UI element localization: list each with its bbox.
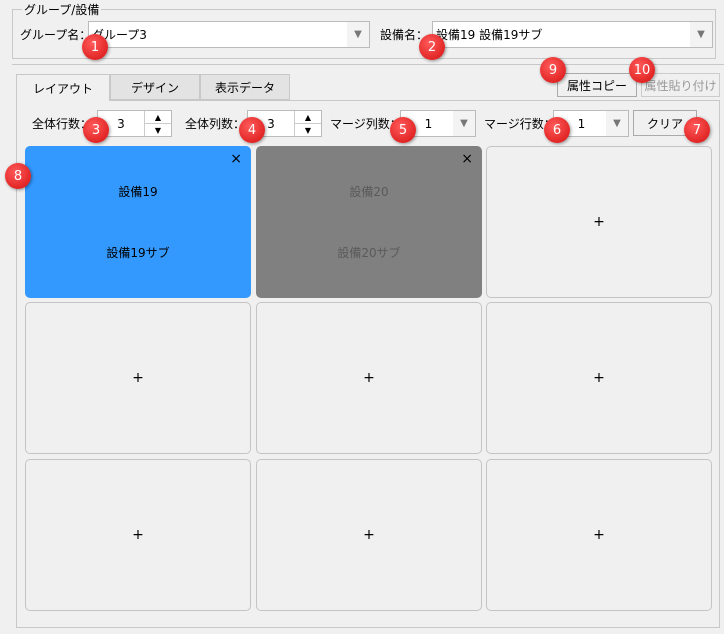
copy-attributes-button[interactable]: 属性コピー <box>557 73 637 97</box>
annotation-badge: 5 <box>390 117 416 143</box>
layout-cell[interactable]: + <box>486 459 712 611</box>
cell-equipment-sub: 設備19サブ <box>106 246 170 260</box>
annotation-badge: 2 <box>419 34 445 60</box>
annotation-badge: 10 <box>629 57 655 83</box>
close-icon[interactable]: × <box>230 151 242 167</box>
annotation-badge: 1 <box>82 34 108 60</box>
layout-cell[interactable]: × 設備20 設備20サブ <box>256 146 482 298</box>
layout-cell[interactable]: + <box>25 302 251 454</box>
layout-cell[interactable]: + <box>25 459 251 611</box>
decrement-icon[interactable]: ▼ <box>145 124 171 136</box>
increment-icon[interactable]: ▲ <box>145 111 171 124</box>
cell-equipment-name: 設備19 <box>118 185 158 199</box>
add-icon[interactable]: + <box>132 370 144 386</box>
decrement-icon[interactable]: ▼ <box>295 124 321 136</box>
annotation-badge: 6 <box>544 117 570 143</box>
tab-display-data[interactable]: 表示データ <box>200 74 290 100</box>
increment-icon[interactable]: ▲ <box>295 111 321 124</box>
group-name-label: グループ名： <box>20 28 92 42</box>
add-icon[interactable]: + <box>132 527 144 543</box>
divider <box>12 64 724 65</box>
chevron-down-icon[interactable]: ▼ <box>690 22 712 47</box>
annotation-badge: 3 <box>83 117 109 143</box>
layout-cell[interactable]: + <box>256 459 482 611</box>
annotation-badge: 8 <box>5 163 31 189</box>
add-icon[interactable]: + <box>363 527 375 543</box>
cell-equipment-name: 設備20 <box>349 185 389 199</box>
chevron-down-icon[interactable]: ▼ <box>347 22 369 47</box>
layout-cell[interactable]: + <box>486 302 712 454</box>
annotation-badge: 4 <box>239 117 265 143</box>
chevron-down-icon[interactable]: ▼ <box>453 111 475 136</box>
annotation-badge: 9 <box>540 57 566 83</box>
layout-cell[interactable]: + <box>256 302 482 454</box>
tab-design[interactable]: デザイン <box>110 74 200 100</box>
add-icon[interactable]: + <box>593 214 605 230</box>
chevron-down-icon[interactable]: ▼ <box>606 111 628 136</box>
total-cols-label: 全体列数： <box>185 117 246 131</box>
close-icon[interactable]: × <box>461 151 473 167</box>
layout-cell[interactable]: + <box>486 146 712 298</box>
add-icon[interactable]: + <box>363 370 375 386</box>
add-icon[interactable]: + <box>593 527 605 543</box>
add-icon[interactable]: + <box>593 370 605 386</box>
group-name-combo[interactable]: グループ3 ▼ <box>88 21 370 48</box>
layout-cell[interactable]: × 設備19 設備19サブ <box>25 146 251 298</box>
equipment-name-combo[interactable]: 設備19 設備19サブ ▼ <box>432 21 713 48</box>
annotation-badge: 7 <box>684 117 710 143</box>
tab-layout[interactable]: レイアウト <box>16 74 110 101</box>
group-box-title: グループ/設備 <box>22 2 102 18</box>
cell-equipment-sub: 設備20サブ <box>337 246 401 260</box>
